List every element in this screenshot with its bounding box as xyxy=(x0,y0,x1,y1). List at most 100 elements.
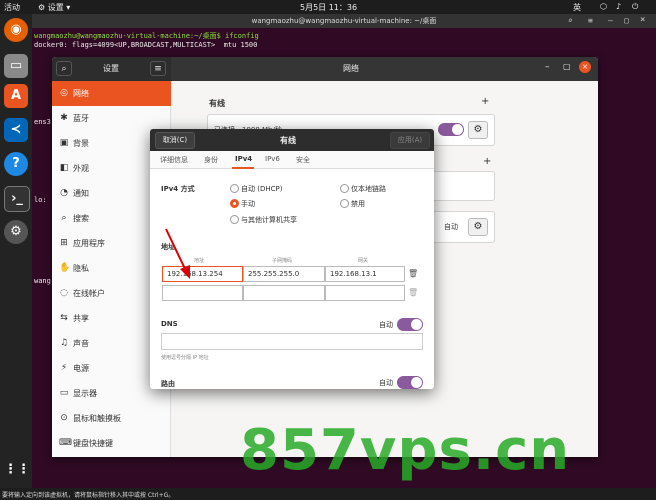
network-status-icon[interactable]: ⬡ xyxy=(600,2,607,11)
cancel-button[interactable]: 取消(C) xyxy=(155,132,195,149)
apps-grid-icon[interactable]: ⋮⋮ xyxy=(4,458,30,482)
settings-search-button[interactable]: ⌕ xyxy=(56,61,72,76)
minimize-icon[interactable]: – xyxy=(545,62,550,72)
terminal-search-icon[interactable]: ⌕ xyxy=(568,16,573,25)
dns-auto-label: 自动 xyxy=(379,321,393,329)
dns-auto-toggle[interactable] xyxy=(397,318,423,331)
sidebar-item-keyboard[interactable]: ⌨ 键盘快捷键 xyxy=(52,431,171,456)
gear-icon: ⚙ xyxy=(473,221,483,232)
sidebar-item-label: 显示器 xyxy=(73,389,97,398)
radio-manual-label[interactable]: 手动 xyxy=(241,199,255,209)
address-input-empty[interactable] xyxy=(162,285,243,301)
active-tab-underline xyxy=(232,167,254,169)
dns-input[interactable] xyxy=(161,333,423,350)
sidebar-item-label: 网络 xyxy=(73,89,89,98)
radio-link-local-label[interactable]: 仅本地链路 xyxy=(351,184,386,194)
privacy-icon: ✋ xyxy=(59,263,71,273)
radio-disable[interactable] xyxy=(340,199,349,208)
appearance-icon: ◧ xyxy=(59,163,69,173)
tab-1[interactable]: 身份 xyxy=(204,155,218,165)
apply-button[interactable]: 应用(A) xyxy=(390,132,430,149)
pane-title: 网络 xyxy=(343,64,359,73)
settings-icon[interactable]: ⚙ xyxy=(4,220,28,244)
background-icon: ▣ xyxy=(59,138,69,148)
help-icon[interactable]: ? xyxy=(4,152,28,176)
gateway-input-empty[interactable] xyxy=(325,285,405,301)
add-wired-button[interactable]: + xyxy=(481,96,489,107)
route-auto-toggle[interactable] xyxy=(397,376,423,389)
search-icon: ⌕ xyxy=(61,64,67,74)
sidebar-item-label: 搜索 xyxy=(73,214,89,223)
tab-3[interactable]: IPv6 xyxy=(265,155,280,163)
firefox-icon[interactable]: ◉ xyxy=(4,18,28,42)
maximize-icon[interactable]: ▢ xyxy=(624,16,629,25)
radio-auto-dhcp[interactable] xyxy=(230,184,239,193)
search-icon: ⌕ xyxy=(61,213,67,223)
terminal-output-line: docker0: flags=4099<UP,BROADCAST,MULTICA… xyxy=(34,41,258,49)
clock[interactable]: 5月5日 11：36 xyxy=(300,2,357,13)
dns-hint: 使用逗号分隔 IP 地址 xyxy=(161,355,209,361)
close-icon[interactable]: × xyxy=(640,15,645,25)
gateway-input[interactable]: 192.168.13.1 xyxy=(325,266,405,282)
input-language[interactable]: 英 xyxy=(573,2,581,13)
terminal-icon[interactable]: ›_ xyxy=(4,186,30,212)
sidebar-item-network[interactable]: ◎ 网络 xyxy=(52,81,171,106)
online-accounts-icon: ◌ xyxy=(60,288,68,298)
sidebar-item-label: 外观 xyxy=(73,164,89,173)
radio-share-label[interactable]: 与其他计算机共享 xyxy=(241,215,297,225)
terminal-fragment: lo: xyxy=(34,196,47,204)
vscode-icon[interactable]: ≺ xyxy=(4,118,28,142)
delete-row-icon[interactable]: 🗑 xyxy=(408,288,418,297)
settings-header-left: ⌕ 设置 ≡ xyxy=(52,57,171,81)
sidebar-item-label: 蓝牙 xyxy=(73,114,89,123)
add-vpn-button[interactable]: + xyxy=(483,156,491,167)
settings-menu-button[interactable]: ≡ xyxy=(150,61,166,76)
radio-manual[interactable] xyxy=(230,199,239,208)
col-gateway: 网关 xyxy=(358,258,369,264)
vm-status-bar: 要将输入定向到该虚拟机，请将鼠标指针移入其中或按 Ctrl+G。 xyxy=(0,488,656,500)
sidebar-item-label: 隐私 xyxy=(73,264,89,273)
top-bar: 活动 ⚙ 设置 ▾ 5月5日 11：36 英 ⬡ ♪ ⏻ xyxy=(0,0,656,14)
mouse-icon: ⊙ xyxy=(60,413,68,423)
settings-app-menu[interactable]: ⚙ 设置 ▾ xyxy=(38,2,70,13)
network-icon: ◎ xyxy=(60,88,68,98)
netmask-input[interactable]: 255.255.255.0 xyxy=(243,266,325,282)
tab-0[interactable]: 详细信息 xyxy=(160,155,188,165)
wired-settings-button[interactable]: ⚙ xyxy=(468,121,488,139)
power-icon: ⚡ xyxy=(60,363,68,373)
power-menu-icon[interactable]: ⏻ xyxy=(632,2,638,12)
watermark: 857vps.cn xyxy=(240,418,571,483)
maximize-icon[interactable]: ▢ xyxy=(563,62,571,71)
close-icon[interactable]: × xyxy=(579,61,591,73)
terminal-fragment: wang xyxy=(34,277,51,285)
files-icon[interactable]: ▭ xyxy=(4,54,28,78)
radio-link-local[interactable] xyxy=(340,184,349,193)
proxy-settings-button[interactable]: ⚙ xyxy=(468,218,488,236)
wired-header: 有线 xyxy=(209,99,225,108)
radio-share[interactable] xyxy=(230,215,239,224)
netmask-input-empty[interactable] xyxy=(243,285,325,301)
delete-row-icon[interactable]: 🗑 xyxy=(408,269,418,278)
sidebar-item-label: 声音 xyxy=(73,339,89,348)
wired-toggle[interactable] xyxy=(438,123,464,136)
volume-icon[interactable]: ♪ xyxy=(616,2,621,11)
activities-button[interactable]: 活动 xyxy=(4,2,20,13)
terminal-title: wangmaozhu@wangmaozhu-virtual-machine: ~… xyxy=(32,14,656,28)
radio-auto-dhcp-label[interactable]: 自动 (DHCP) xyxy=(241,184,282,194)
tab-4[interactable]: 安全 xyxy=(296,155,310,165)
vm-status-message: 要将输入定向到该虚拟机，请将鼠标指针移入其中或按 Ctrl+G。 xyxy=(2,492,175,499)
sidebar-item-mouse[interactable]: ⊙ 鼠标和触摸板 xyxy=(52,406,171,431)
sidebar-item-bluetooth[interactable]: ✱ 蓝牙 xyxy=(52,106,171,131)
tab-2[interactable]: IPv4 xyxy=(235,155,252,163)
sidebar-item-label: 键盘快捷键 xyxy=(73,439,113,448)
settings-title: 设置 xyxy=(103,64,119,73)
notification-icon: ◔ xyxy=(60,188,68,198)
terminal-fragment: ens3 xyxy=(34,118,51,126)
software-icon[interactable]: A xyxy=(4,84,28,108)
apps-icon: ⊞ xyxy=(60,238,68,248)
col-netmask: 子网掩码 xyxy=(272,258,293,264)
minimize-icon[interactable]: – xyxy=(608,16,613,25)
settings-header-right: 网络 – ▢ × xyxy=(171,57,598,81)
radio-disable-label[interactable]: 禁用 xyxy=(351,199,365,209)
terminal-menu-icon[interactable]: ≡ xyxy=(588,16,593,25)
